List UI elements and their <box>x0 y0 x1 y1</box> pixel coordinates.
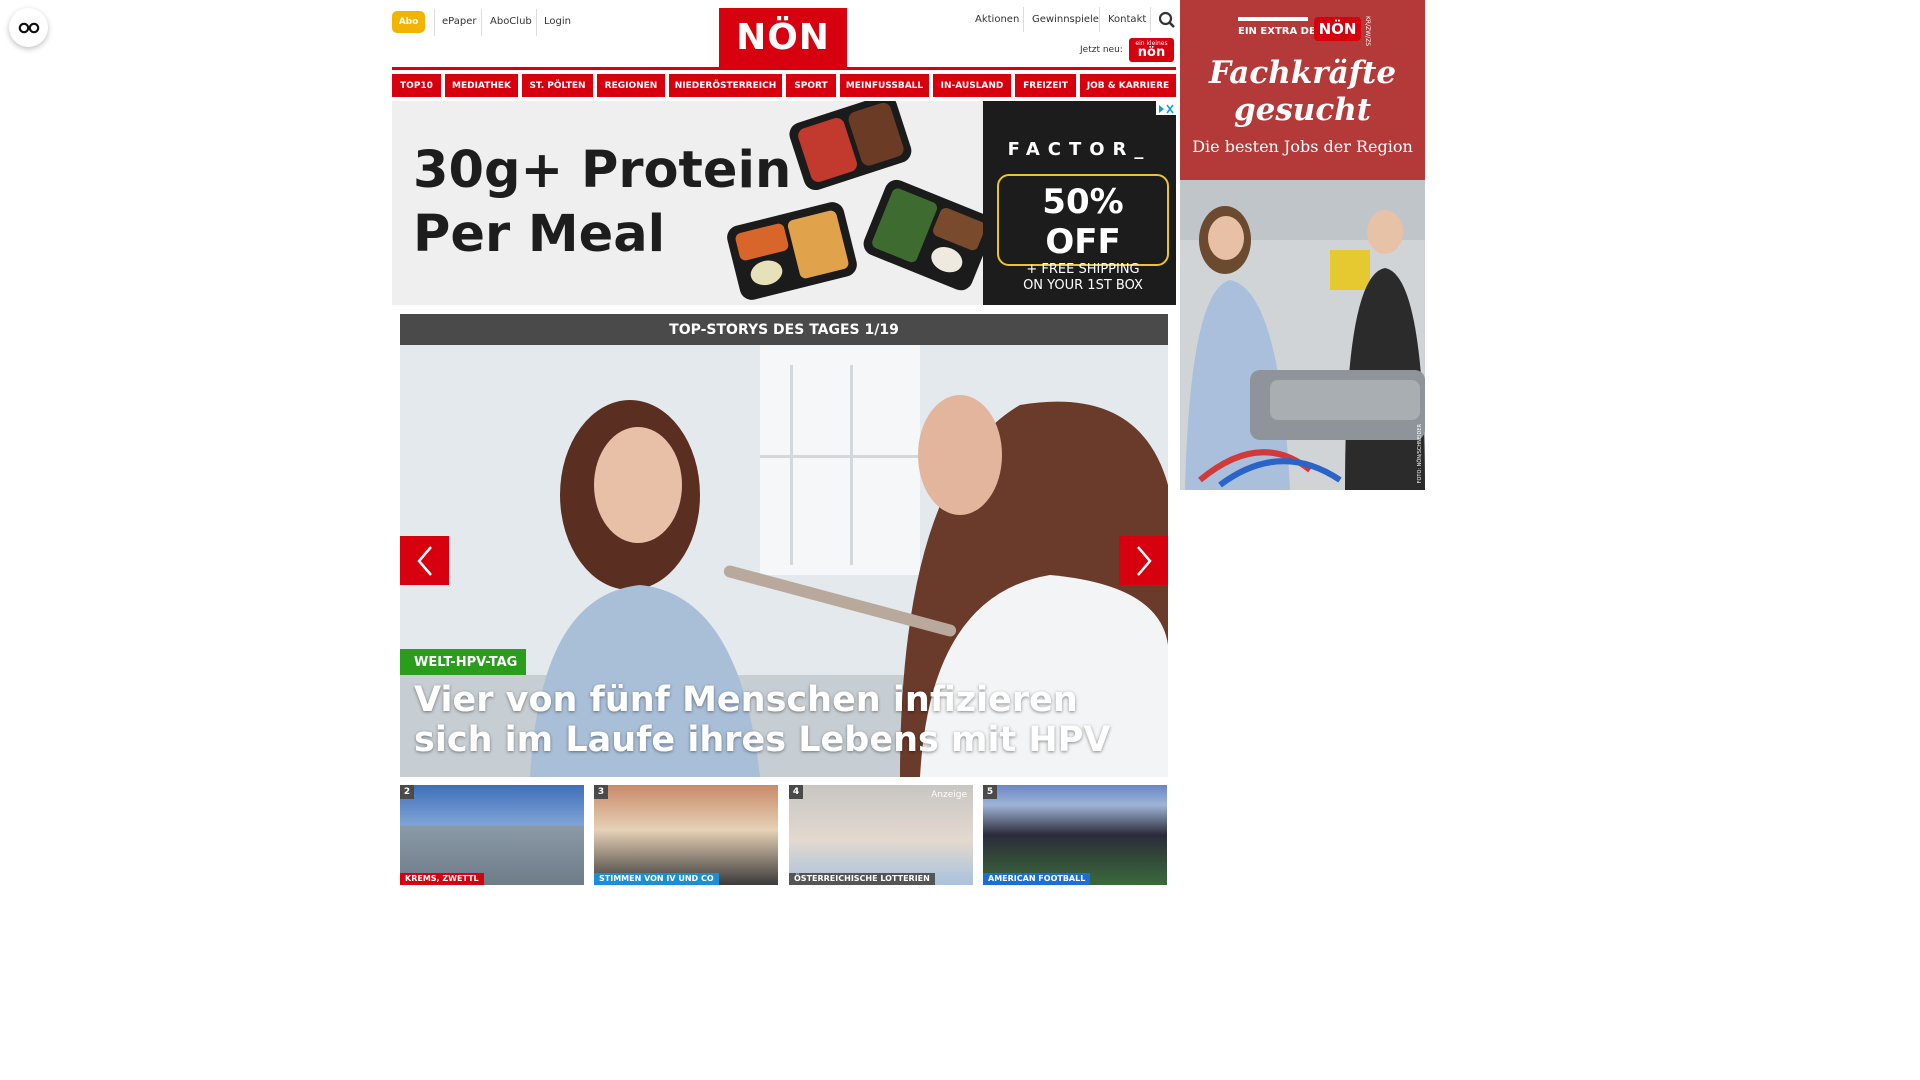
ad-offer-line1: + FREE SHIPPING <box>1026 262 1140 277</box>
aboclub-link[interactable]: AboClub <box>490 16 532 27</box>
kontakt-link[interactable]: Kontakt <box>1108 14 1146 25</box>
kleine-noen-label: nön <box>1137 44 1166 60</box>
thumb-tag: ÖSTERREICHISCHE LOTTERIEN <box>789 873 935 885</box>
side-ad-photo <box>1180 180 1425 490</box>
divider <box>536 9 537 36</box>
adchoices-icon[interactable] <box>1156 101 1176 115</box>
login-link[interactable]: Login <box>544 16 571 27</box>
side-ad-extra: EIN EXTRA DER <box>1238 26 1324 37</box>
top-story-title[interactable]: Vier von fünf Menschen infizieren sich i… <box>414 680 1154 760</box>
thumb-tag: AMERICAN FOOTBALL <box>983 873 1091 885</box>
nav-st-poelten[interactable]: ST. PÖLTEN <box>522 74 593 97</box>
abo-button[interactable]: Abo <box>392 11 425 33</box>
thumb-tag: STIMMEN VON IV UND CO <box>594 873 719 885</box>
divider <box>481 9 482 36</box>
jetzt-neu-label: Jetzt neu: <box>1080 45 1123 55</box>
adchoices-glyph <box>1159 104 1174 114</box>
nav-job-karriere[interactable]: JOB & KARRIERE <box>1080 74 1176 97</box>
top-stories-header: TOP-STORYS DES TAGES 1/19 <box>400 314 1168 345</box>
nav-sport[interactable]: SPORT <box>786 74 836 97</box>
side-ad-subtitle: Die besten Jobs der Region <box>1192 137 1413 156</box>
thumb-number: 2 <box>400 785 414 799</box>
divider <box>1023 7 1024 32</box>
header-divider <box>392 67 1176 70</box>
nav-niederoesterreich[interactable]: NIEDERÖSTERREICH <box>669 74 782 97</box>
side-ad-title-line2: gesucht <box>1233 92 1372 128</box>
side-ad-credit: FOTO: NÖN/SCHNEIDER <box>1417 424 1423 484</box>
thumb-tag: KREMS, ZWETTL <box>400 873 484 885</box>
site-logo[interactable]: NÖN <box>719 8 847 67</box>
ad-offer-panel: FACTOR_ 50% OFF + FREE SHIPPING ON YOUR … <box>983 101 1176 305</box>
next-story-button[interactable] <box>1119 536 1168 585</box>
glasses-icon <box>18 22 39 33</box>
thumb-number: 4 <box>789 785 803 799</box>
anzeige-label: Anzeige <box>931 790 967 800</box>
gewinnspiele-link[interactable]: Gewinnspiele <box>1032 14 1099 25</box>
ad-offer-line2: ON YOUR 1ST BOX <box>1023 278 1143 293</box>
ad-offer-discount: 50% OFF <box>1042 182 1124 262</box>
prev-story-button[interactable] <box>400 536 449 585</box>
aktionen-link[interactable]: Aktionen <box>975 14 1019 25</box>
factor-banner-ad[interactable]: 30g+ Protein Per Meal FACTOR_ 50% OFF + … <box>392 101 1176 305</box>
thumb-number: 3 <box>594 785 608 799</box>
nav-meinfussball[interactable]: MEINFUSSBALL <box>840 74 929 97</box>
story-thumb-5[interactable]: 5 AMERICAN FOOTBALL <box>983 785 1167 885</box>
side-ad-logo: NÖN <box>1314 17 1361 41</box>
chevron-right-icon <box>1136 545 1152 576</box>
nav-freizeit[interactable]: FREIZEIT <box>1015 74 1076 97</box>
story-thumb-2[interactable]: 2 KREMS, ZWETTL <box>400 785 584 885</box>
nav-top10[interactable]: TOP10 <box>392 74 441 97</box>
nav-regionen[interactable]: REGIONEN <box>597 74 665 97</box>
nav-in-ausland[interactable]: IN-AUSLAND <box>933 74 1011 97</box>
accessibility-button[interactable] <box>9 8 48 47</box>
meal-boxes-image <box>727 101 984 300</box>
thumb-number: 5 <box>983 785 997 799</box>
side-ad-title-line1: Fachkräfte <box>1208 55 1397 91</box>
top-story-tag[interactable]: WELT-HPV-TAG <box>400 649 527 675</box>
ad-brand: FACTOR_ <box>1007 139 1152 160</box>
epaper-link[interactable]: ePaper <box>442 16 476 27</box>
fachkraefte-side-ad[interactable]: EIN EXTRA DER NÖN KR/ZW/ZS Fachkräfte ge… <box>1180 0 1425 490</box>
side-ad-region: KR/ZW/ZS <box>1364 16 1371 47</box>
side-ad-title: Fachkräfte gesucht <box>1180 55 1425 129</box>
ad-line <box>1238 17 1308 21</box>
workers-illustration <box>1180 180 1425 490</box>
nav-mediathek[interactable]: MEDIATHEK <box>445 74 518 97</box>
ad-offer-box: 50% OFF + FREE SHIPPING ON YOUR 1ST BOX <box>997 174 1169 293</box>
divider <box>434 9 435 36</box>
story-thumb-3[interactable]: 3 STIMMEN VON IV UND CO <box>594 785 778 885</box>
kleine-noen-logo[interactable]: ein kleines nön <box>1129 38 1174 62</box>
divider <box>1150 7 1151 32</box>
chevron-left-icon <box>416 545 432 576</box>
divider <box>1099 7 1100 32</box>
search-icon[interactable] <box>1158 11 1176 29</box>
story-thumb-4[interactable]: 4 Anzeige ÖSTERREICHISCHE LOTTERIEN <box>789 785 973 885</box>
